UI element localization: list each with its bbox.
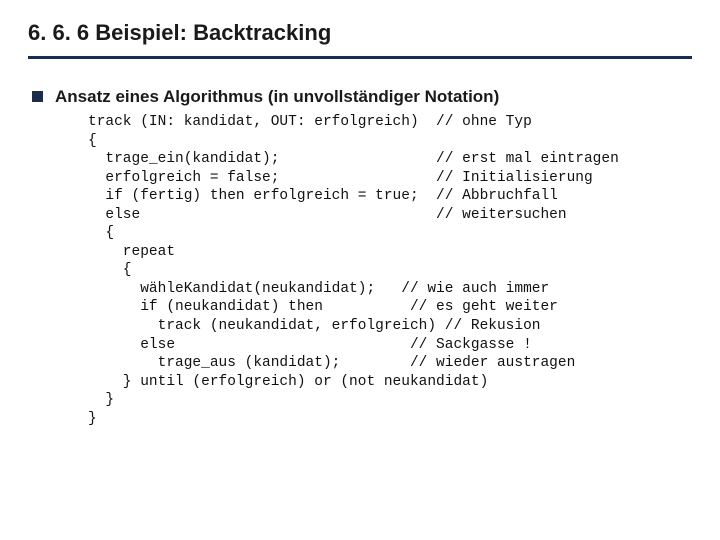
slide: 6. 6. 6 Beispiel: Backtracking Ansatz ei… <box>0 0 720 540</box>
slide-title: 6. 6. 6 Beispiel: Backtracking <box>28 20 692 46</box>
bullet-item: Ansatz eines Algorithmus (in unvollständ… <box>32 87 692 107</box>
title-underline <box>28 56 692 59</box>
bullet-text: Ansatz eines Algorithmus (in unvollständ… <box>55 87 499 107</box>
square-bullet-icon <box>32 91 43 102</box>
code-block: track (IN: kandidat, OUT: erfolgreich) /… <box>88 113 692 428</box>
